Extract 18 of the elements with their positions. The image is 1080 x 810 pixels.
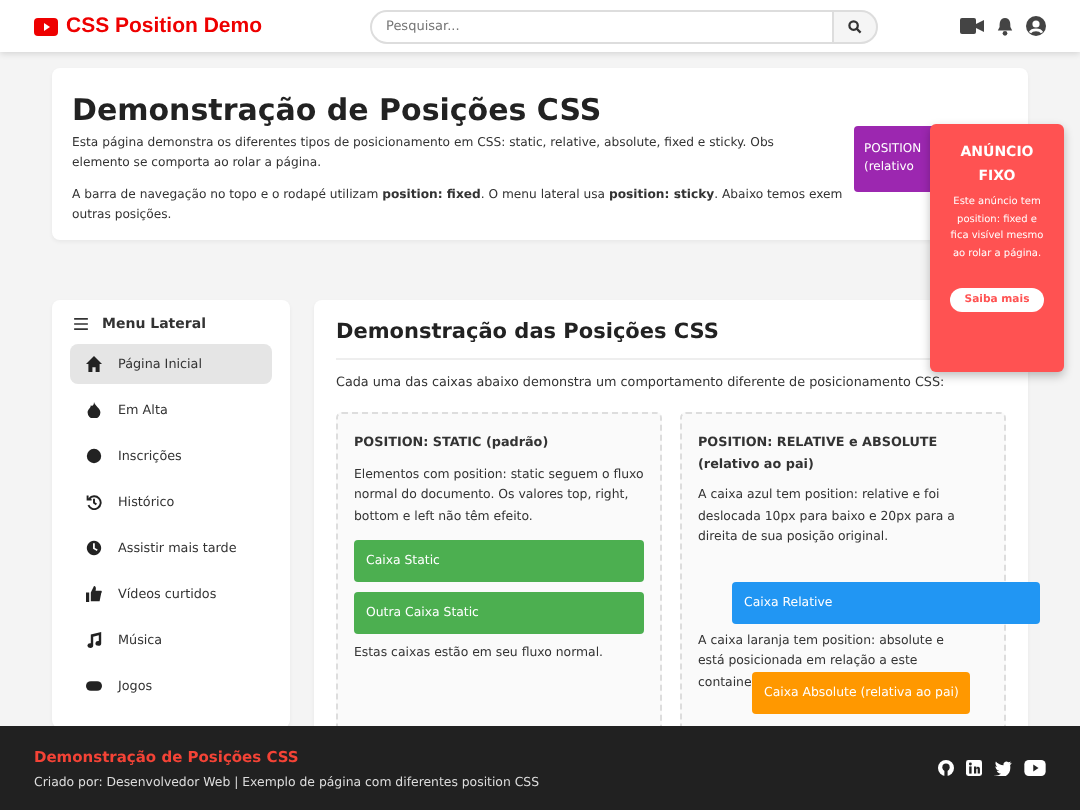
thumb-icon	[86, 586, 102, 602]
circle-icon	[86, 448, 102, 464]
user-account-icon[interactable]	[1026, 16, 1046, 36]
menu-icon[interactable]	[74, 318, 88, 330]
bird-icon[interactable]	[994, 760, 1012, 776]
home-icon	[86, 356, 102, 372]
video-camera-icon[interactable]	[960, 18, 984, 34]
play-logo-icon	[34, 17, 58, 35]
search-button[interactable]	[832, 9, 878, 43]
clock-icon	[86, 540, 102, 556]
history-icon	[86, 494, 102, 510]
page-title: Demonstração de Posições CSS	[72, 92, 604, 128]
search-icon	[848, 19, 862, 33]
music-icon	[86, 632, 102, 648]
play-icon[interactable]	[1024, 760, 1046, 776]
site-logo[interactable]: CSS Position Demo	[66, 14, 263, 38]
bell-icon[interactable]	[996, 17, 1014, 35]
linkedin-icon[interactable]	[966, 760, 982, 776]
